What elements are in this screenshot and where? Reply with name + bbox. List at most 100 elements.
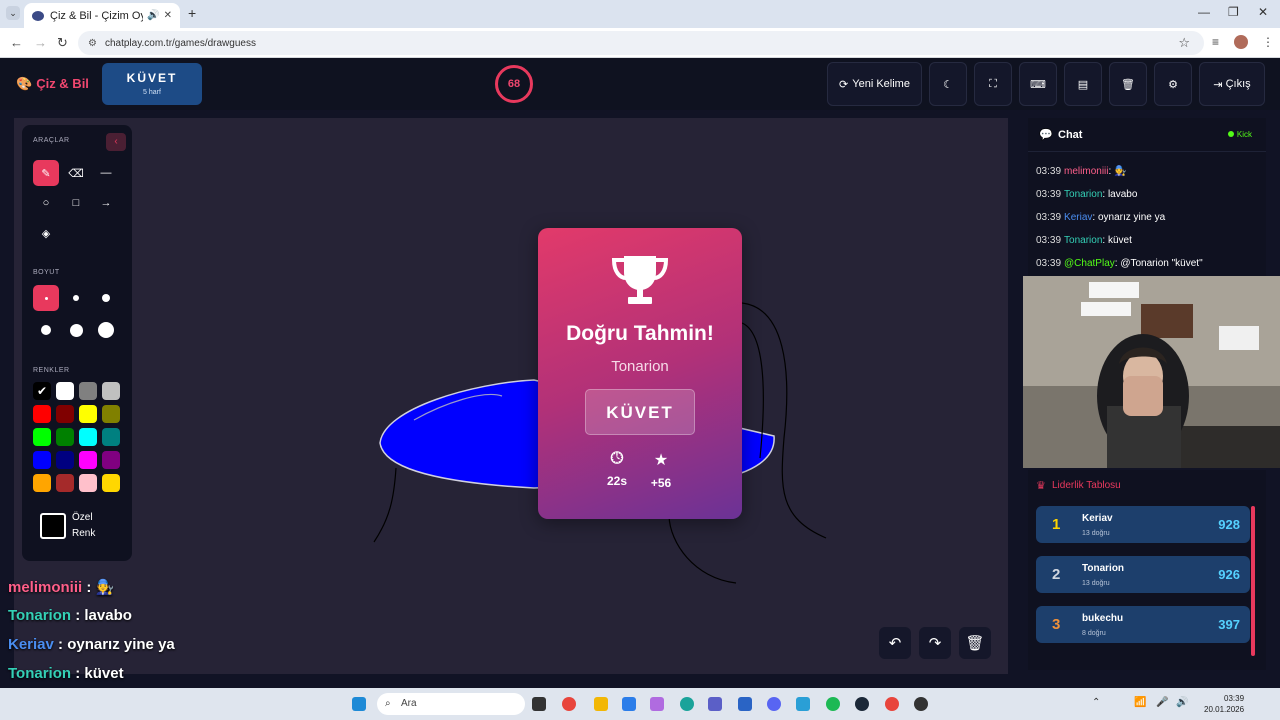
archive-button[interactable]: ▤	[1064, 62, 1102, 106]
color-swatch[interactable]	[102, 382, 120, 400]
rectangle-tool[interactable]: □	[63, 190, 89, 216]
brush-tool[interactable]: ✎	[33, 160, 59, 186]
copilot-icon[interactable]	[650, 697, 664, 711]
size-option-6[interactable]	[93, 317, 119, 343]
color-swatch[interactable]: ✔	[33, 382, 51, 400]
app-icon[interactable]	[738, 697, 752, 711]
size-option-5[interactable]	[63, 317, 89, 343]
clear-canvas-button[interactable]: 🗑	[959, 627, 991, 659]
profile-avatar[interactable]	[1234, 35, 1248, 49]
clear-button[interactable]: 🗑	[1109, 62, 1147, 106]
steam-icon[interactable]	[855, 697, 869, 711]
message-user[interactable]: @ChatPlay	[1064, 258, 1115, 269]
edge-icon[interactable]	[680, 697, 694, 711]
file-explorer-icon[interactable]	[594, 697, 608, 711]
color-swatch[interactable]	[56, 405, 74, 423]
size-option-4[interactable]	[33, 317, 59, 343]
exit-button[interactable]: ⇥ Çıkış	[1199, 62, 1265, 106]
collapse-panel-button[interactable]: ‹	[106, 133, 126, 151]
clock-icon: 🕓︎	[610, 450, 624, 467]
color-swatch[interactable]	[102, 474, 120, 492]
tray-overflow-icon[interactable]: ⌃	[1092, 697, 1100, 708]
reload-icon[interactable]: ↻	[57, 35, 68, 51]
fullscreen-button[interactable]: ⛶	[974, 62, 1012, 106]
color-swatch[interactable]	[79, 405, 97, 423]
taskbar-clock[interactable]: 03:39 20.01.2026	[1204, 693, 1244, 715]
remote-desktop-icon[interactable]	[796, 697, 810, 711]
taskbar-search[interactable]: ⌕ Ara	[377, 693, 525, 715]
palette-icon: 🎨	[16, 76, 33, 91]
discord-icon[interactable]	[767, 697, 781, 711]
window-close-icon[interactable]: ✕	[1258, 5, 1268, 19]
browser-tab[interactable]: Çiz & Bil - Çizim Oyunu 🔊 ✕	[24, 3, 180, 28]
redo-button[interactable]: ↷	[919, 627, 951, 659]
leaderboard-row[interactable]: 3 bukechu 8 doğru 397	[1036, 606, 1250, 643]
color-swatch[interactable]	[56, 474, 74, 492]
color-swatch[interactable]	[33, 405, 51, 423]
tab-close-icon[interactable]: ✕	[164, 10, 172, 21]
circle-tool[interactable]: ○	[33, 190, 59, 216]
teams-icon[interactable]	[708, 697, 722, 711]
color-swatch[interactable]	[102, 428, 120, 446]
tab-audio-icon[interactable]: 🔊	[147, 10, 159, 21]
color-swatch[interactable]	[56, 451, 74, 469]
microphone-icon[interactable]: 🎤	[1156, 697, 1168, 708]
color-swatch[interactable]	[33, 428, 51, 446]
eraser-tool[interactable]: ⌫	[63, 160, 89, 186]
custom-color-picker[interactable]	[40, 513, 66, 539]
tab-search-button[interactable]: ⌄	[6, 6, 20, 20]
chat-title: Chat	[1058, 129, 1083, 141]
message-user[interactable]: melimoniii	[1064, 166, 1108, 177]
spotify-icon[interactable]	[826, 697, 840, 711]
network-icon[interactable]: 📶	[1134, 697, 1146, 708]
forward-icon[interactable]: →	[34, 35, 47, 50]
color-swatch[interactable]	[79, 428, 97, 446]
chrome-icon[interactable]	[562, 697, 576, 711]
site-info-icon[interactable]: ⚙	[88, 38, 97, 49]
undo-button[interactable]: ↶	[879, 627, 911, 659]
dark-mode-button[interactable]: ☾	[929, 62, 967, 106]
settings-button[interactable]: ⚙	[1154, 62, 1192, 106]
leaderboard-row[interactable]: 2 Tonarion 13 doğru 926	[1036, 556, 1250, 593]
message-user[interactable]: Keriav	[1064, 212, 1092, 223]
size-option-1[interactable]	[33, 285, 59, 311]
guesser-name: Tonarion	[611, 358, 669, 375]
square-icon: □	[72, 197, 80, 209]
line-tool[interactable]: —	[93, 160, 119, 186]
color-swatch[interactable]	[33, 474, 51, 492]
new-word-button[interactable]: ⟳ Yeni Kelime	[827, 62, 922, 106]
app-brand[interactable]: 🎨 Çiz & Bil	[16, 76, 89, 92]
keyboard-button[interactable]: ⌨	[1019, 62, 1057, 106]
chrome-active-icon[interactable]	[885, 697, 899, 711]
leaderboard-scrollbar[interactable]	[1251, 506, 1255, 656]
color-swatch[interactable]	[102, 405, 120, 423]
new-tab-button[interactable]: +	[188, 5, 196, 21]
color-swatch[interactable]	[79, 382, 97, 400]
store-icon[interactable]	[622, 697, 636, 711]
start-button-icon[interactable]	[352, 697, 366, 711]
minimize-icon[interactable]: —	[1198, 5, 1210, 19]
leaderboard-row[interactable]: 1 Keriav 13 doğru 928	[1036, 506, 1250, 543]
size-option-2[interactable]	[63, 285, 89, 311]
bookmark-star-icon[interactable]: ☆	[1178, 35, 1190, 51]
volume-icon[interactable]: 🔊	[1176, 697, 1188, 708]
restore-icon[interactable]: ❐	[1228, 5, 1239, 19]
back-icon[interactable]: ←	[10, 35, 23, 50]
browser-menu-icon[interactable]: ⋮	[1262, 35, 1274, 49]
obs-icon[interactable]	[914, 697, 928, 711]
color-swatch[interactable]	[79, 474, 97, 492]
fill-tool[interactable]: ◈	[33, 220, 59, 246]
color-swatch[interactable]	[56, 428, 74, 446]
reading-list-icon[interactable]: ≡	[1212, 35, 1219, 49]
arrow-tool[interactable]: →	[93, 190, 119, 216]
size-option-3[interactable]	[93, 285, 119, 311]
task-view-icon[interactable]	[532, 697, 546, 711]
color-swatch[interactable]	[102, 451, 120, 469]
tab-title: Çiz & Bil - Çizim Oyunu	[50, 9, 143, 22]
color-swatch[interactable]	[79, 451, 97, 469]
color-swatch[interactable]	[56, 382, 74, 400]
message-user[interactable]: Tonarion	[1064, 235, 1102, 246]
url-bar[interactable]: ⚙ chatplay.com.tr/games/drawguess ☆	[78, 31, 1204, 55]
color-swatch[interactable]	[33, 451, 51, 469]
message-user[interactable]: Tonarion	[1064, 189, 1102, 200]
